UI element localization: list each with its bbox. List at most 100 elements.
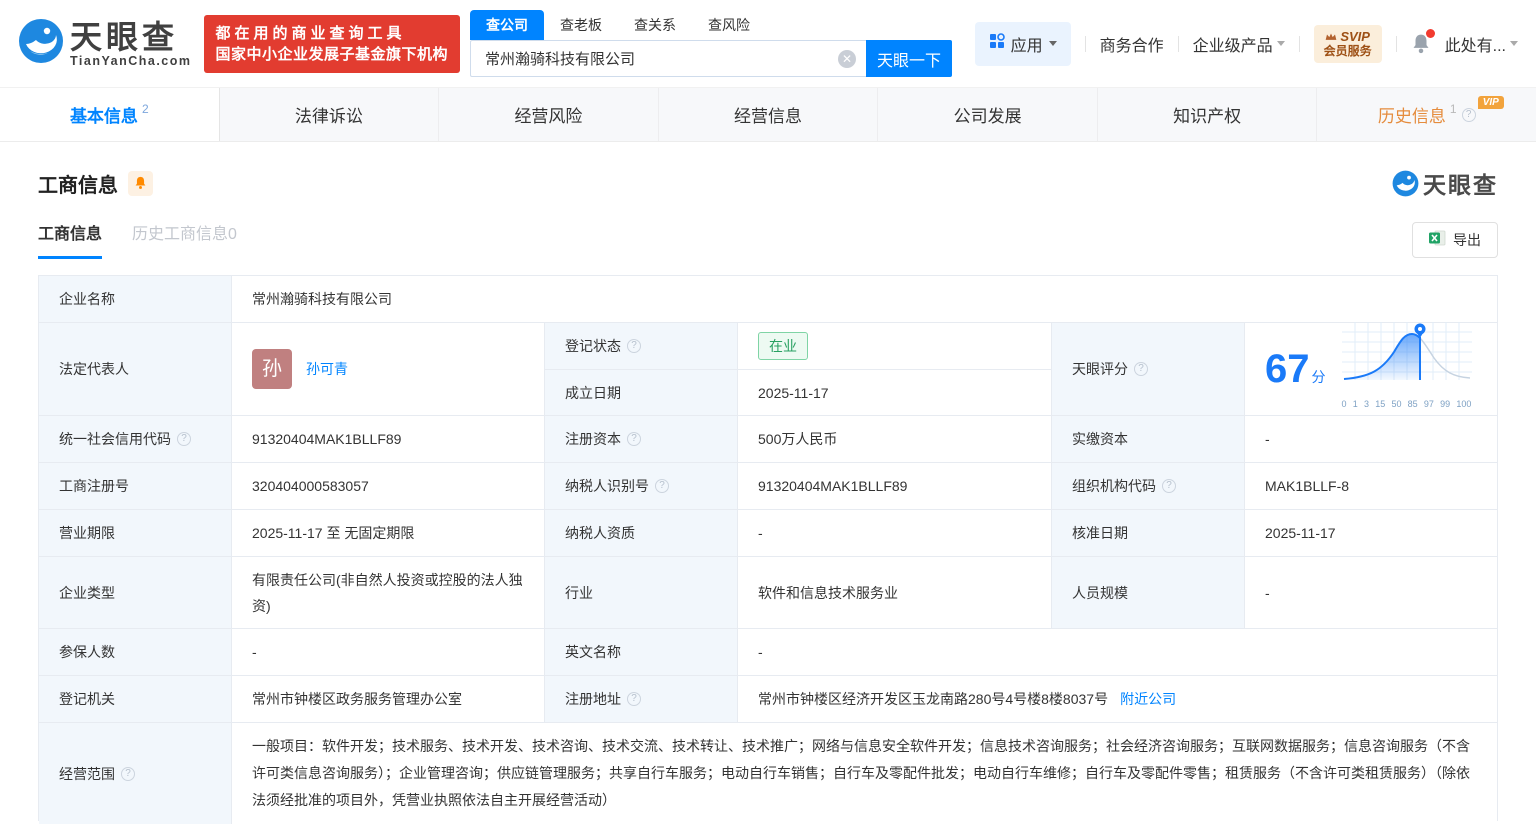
tab-count: 1 <box>1449 102 1457 116</box>
search-tab-boss[interactable]: 查老板 <box>544 10 618 40</box>
reg-status-label: 登记状态 ? <box>545 323 738 370</box>
tianyancha-logo[interactable]: 天眼查 TianYanCha.com <box>18 18 192 69</box>
apps-label: 应用 <box>1010 37 1043 55</box>
tianyancha-logo-icon <box>18 18 64 69</box>
export-button[interactable]: 导出 <box>1412 221 1498 258</box>
tab-legal-proceedings[interactable]: 法律诉讼 <box>220 88 440 141</box>
notification-dot <box>1425 28 1435 38</box>
legal-rep-label: 法定代表人 <box>39 323 232 416</box>
reg-authority-label: 登记机关 <box>39 676 232 723</box>
score-label: 天眼评分 ? <box>1052 323 1245 416</box>
insured-count-value: - <box>232 629 545 676</box>
divider <box>1395 35 1397 52</box>
establish-date-value: 2025-11-17 <box>738 370 1052 416</box>
divider <box>1298 35 1300 52</box>
help-icon[interactable]: ? <box>1134 362 1148 376</box>
subtab-historical-registration[interactable]: 历史工商信息0 <box>132 220 237 259</box>
clear-search-icon[interactable]: ✕ <box>838 49 857 68</box>
help-icon[interactable]: ? <box>627 692 641 706</box>
search-tabs: 查公司 查老板 查关系 查风险 <box>470 10 952 40</box>
credit-code-value: 91320404MAK1BLLF89 <box>232 416 545 463</box>
user-menu[interactable]: 此处有... <box>1445 32 1518 56</box>
help-icon[interactable]: ? <box>627 432 641 446</box>
establish-date-label: 成立日期 <box>545 370 738 416</box>
english-name-value: - <box>738 629 1497 676</box>
company-type-label: 企业类型 <box>39 557 232 629</box>
chevron-down-icon <box>1510 41 1518 46</box>
subtab-business-registration[interactable]: 工商信息 <box>38 220 103 259</box>
english-name-label: 英文名称 <box>545 629 738 676</box>
chevron-down-icon <box>1048 41 1057 46</box>
legal-rep-link[interactable]: 孙可青 <box>306 357 348 381</box>
divider <box>1177 35 1179 52</box>
search-input[interactable] <box>485 50 839 67</box>
score-number: 67 <box>1265 347 1310 391</box>
reg-capital-value: 500万人民币 <box>738 416 1052 463</box>
search-tab-risk[interactable]: 查风险 <box>692 10 766 40</box>
help-icon[interactable]: ? <box>177 432 191 446</box>
apps-button[interactable]: 应用 <box>974 21 1071 66</box>
tab-operating-risk[interactable]: 经营风险 <box>439 88 659 141</box>
score-value: 67 分 0 1 3 15 50 85 97 99 100 <box>1245 322 1497 416</box>
svip-member-button[interactable]: SVIP 会员服务 <box>1313 24 1382 63</box>
staff-size-value: - <box>1245 557 1497 629</box>
business-term-value: 2025-11-17 至 无固定期限 <box>232 510 545 557</box>
org-code-value: MAK1BLLF-8 <box>1245 463 1497 510</box>
reg-number-value: 320404000583057 <box>232 463 545 510</box>
business-scope-label: 经营范围? <box>39 723 232 824</box>
crown-icon <box>1325 29 1337 44</box>
business-term-label: 营业期限 <box>39 510 232 557</box>
search-input-box: ✕ <box>470 40 867 77</box>
org-code-label: 组织机构代码? <box>1052 463 1245 510</box>
tab-company-development[interactable]: 公司发展 <box>878 88 1098 141</box>
insured-count-label: 参保人数 <box>39 629 232 676</box>
help-icon[interactable]: ? <box>121 766 135 781</box>
nearby-companies-link[interactable]: 附近公司 <box>1120 687 1176 711</box>
help-icon[interactable]: ? <box>1162 479 1176 493</box>
help-icon[interactable]: ? <box>655 479 669 493</box>
notifications-bell-button[interactable] <box>1411 28 1435 55</box>
score-distribution-chart: 0 1 3 15 50 85 97 99 100 <box>1341 322 1474 416</box>
chevron-down-icon <box>1276 41 1285 46</box>
approval-date-value: 2025-11-17 <box>1245 510 1497 557</box>
reg-address-value: 常州市钟楼区经济开发区玉龙南路280号4号楼8楼8037号 附近公司 <box>738 676 1497 723</box>
promo-banner: 都在用的商业查询工具 国家中小企业发展子基金旗下机构 <box>203 14 461 73</box>
vip-badge: VIP <box>1477 96 1504 109</box>
tab-business-info[interactable]: 经营信息 <box>659 88 879 141</box>
tab-intellectual-property[interactable]: 知识产权 <box>1098 88 1318 141</box>
reg-capital-label: 注册资本? <box>545 416 738 463</box>
legal-rep-avatar[interactable]: 孙 <box>252 349 292 389</box>
status-badge: 在业 <box>758 332 808 360</box>
excel-icon <box>1429 230 1446 249</box>
watermark-text: 天眼查 <box>1423 172 1498 198</box>
help-icon[interactable]: ? <box>627 339 641 353</box>
search-tab-relation[interactable]: 查关系 <box>618 10 692 40</box>
paid-capital-value: - <box>1245 416 1497 463</box>
section-title: 工商信息 <box>38 174 118 197</box>
business-registration-table: 企业名称 常州瀚骑科技有限公司 法定代表人 孙 孙可青 登记状态 ? 在业 成立… <box>38 275 1498 824</box>
enterprise-products-link[interactable]: 企业级产品 <box>1193 32 1285 56</box>
approval-date-label: 核准日期 <box>1052 510 1245 557</box>
promo-line2: 国家中小企业发展子基金旗下机构 <box>215 45 449 63</box>
company-section-tabs: 基本信息 2 法律诉讼 经营风险 经营信息 公司发展 知识产权 VIP 历史信息… <box>0 88 1536 142</box>
watermark-logo: 天眼查 <box>1392 166 1498 200</box>
search-tab-company[interactable]: 查公司 <box>470 10 545 40</box>
score-chart-axis: 0 1 3 15 50 85 97 99 100 <box>1341 399 1472 409</box>
tab-basic-info[interactable]: 基本信息 2 <box>0 88 220 141</box>
company-type-value: 有限责任公司(非自然人投资或控股的法人独资) <box>232 557 545 629</box>
promo-line1: 都在用的商业查询工具 <box>215 24 406 42</box>
help-icon[interactable]: ? <box>1461 107 1476 122</box>
taxpayer-qualification-value: - <box>738 510 1052 557</box>
credit-code-label: 统一社会信用代码? <box>39 416 232 463</box>
company-name-value: 常州瀚骑科技有限公司 <box>232 276 1497 323</box>
tab-count: 2 <box>141 102 149 116</box>
logo-title: 天眼查 <box>70 18 179 55</box>
business-coop-link[interactable]: 商务合作 <box>1100 32 1164 56</box>
top-header: 天眼查 TianYanCha.com 都在用的商业查询工具 国家中小企业发展子基… <box>0 0 1536 88</box>
search-button[interactable]: 天眼一下 <box>866 40 953 77</box>
industry-value: 软件和信息技术服务业 <box>738 557 1052 629</box>
monitor-bell-button[interactable] <box>128 170 153 196</box>
tab-history-info[interactable]: VIP 历史信息 1 ? <box>1317 88 1536 141</box>
business-scope-value: 一般项目：软件开发；技术服务、技术开发、技术咨询、技术交流、技术转让、技术推广；… <box>232 723 1497 824</box>
app-grid-icon <box>989 33 1005 54</box>
